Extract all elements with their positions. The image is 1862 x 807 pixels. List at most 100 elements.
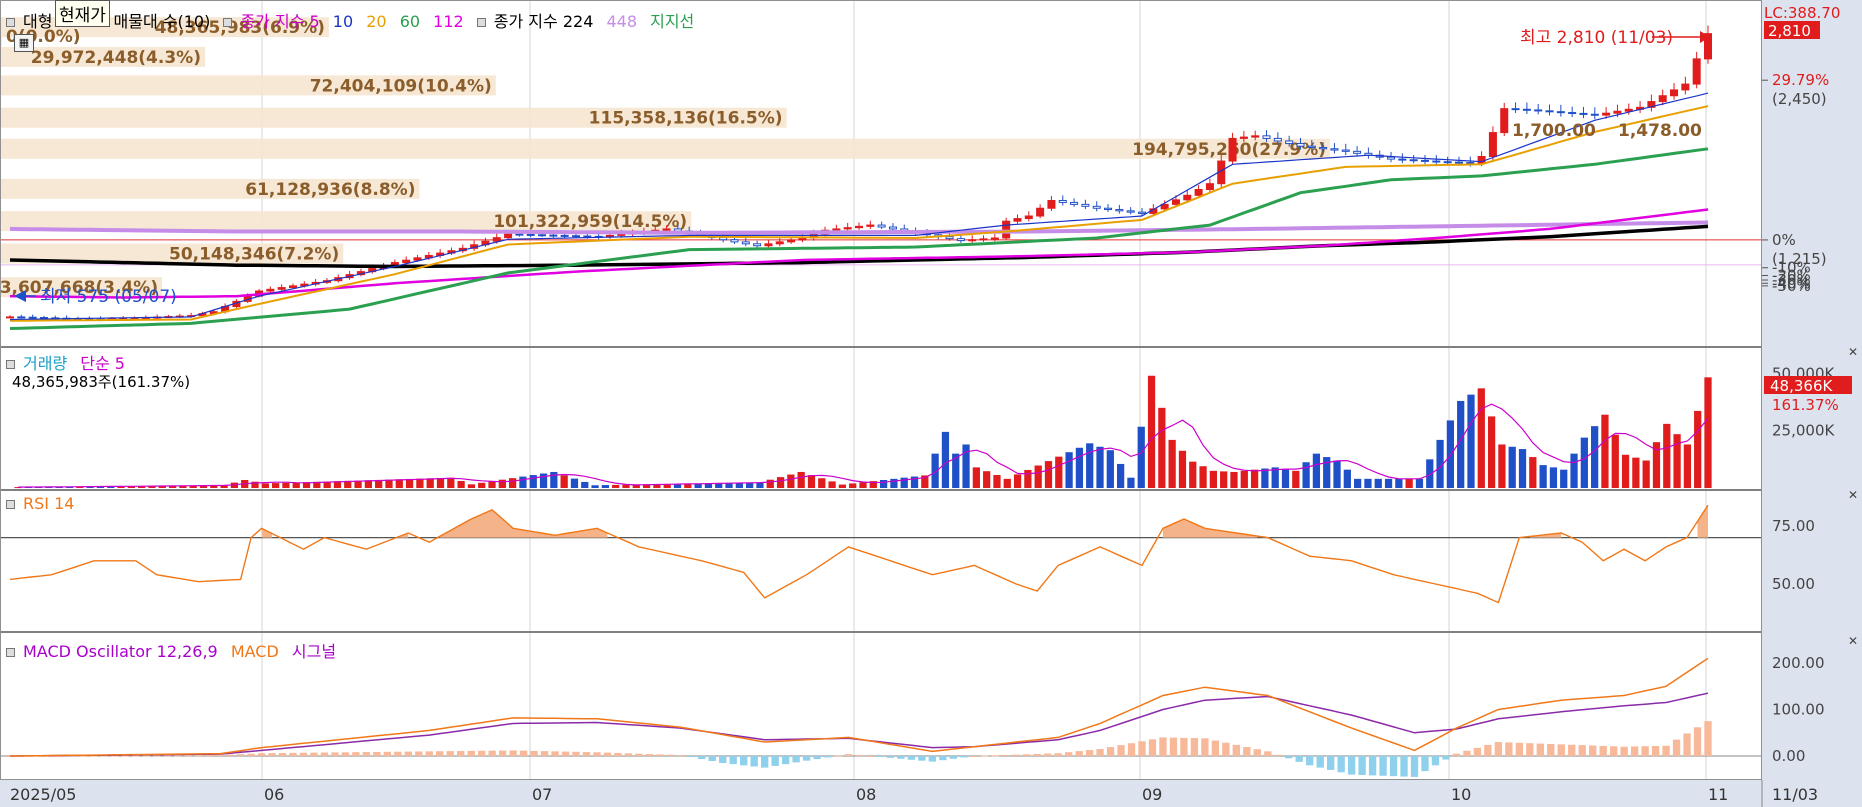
chart-canvas[interactable]: 48,365,983(6.9%)0(0.0%)29,972,448(4.3%)7… — [0, 0, 1862, 807]
legend-ma-60: 60 — [399, 12, 421, 31]
candle-body — [1070, 201, 1079, 205]
volume-bar — [488, 481, 496, 488]
candle-body — [1522, 108, 1531, 111]
macd-oscillator-bar — [1274, 754, 1282, 756]
macd-oscillator-bar — [698, 756, 706, 760]
macd-oscillator-bar — [1002, 754, 1010, 756]
volume-bar — [1333, 460, 1341, 488]
macd-tick: 0.00 — [1772, 747, 1805, 765]
legend-square-icon[interactable] — [476, 18, 486, 27]
candle-body — [1613, 110, 1622, 114]
macd-oscillator-bar — [960, 756, 968, 758]
volume-profile-label: 72,404,109(10.4%) — [310, 76, 492, 96]
current-price-tooltip: 현재가 — [55, 0, 110, 27]
legend-square-icon[interactable] — [6, 18, 15, 27]
volume-bar — [1096, 446, 1104, 488]
tab-large[interactable]: 대형 — [23, 12, 52, 31]
macd-oscillator-bar — [666, 754, 675, 756]
volume-bar — [426, 478, 434, 488]
legend-square-icon[interactable] — [223, 18, 233, 27]
macd-oscillator-bar — [1316, 756, 1324, 768]
macd-oscillator-bar — [582, 752, 591, 756]
candle-body — [1047, 199, 1056, 209]
macd-oscillator-bar — [1075, 751, 1083, 756]
macd-oscillator-bar — [834, 755, 842, 757]
volume-profile-bar — [0, 138, 1330, 159]
volume-bar — [560, 475, 568, 488]
candle-body — [1013, 218, 1022, 222]
signal-label: 시그널 — [291, 642, 337, 661]
candle-body — [1670, 89, 1679, 97]
volume-bar — [1168, 439, 1176, 488]
volume-bar — [1632, 457, 1640, 488]
candle-body — [1658, 95, 1667, 103]
volume-bar — [849, 483, 857, 488]
macd-oscillator-bar — [1421, 756, 1429, 772]
macd-oscillator-bar — [194, 755, 203, 757]
volume-bar — [1024, 469, 1032, 488]
macd-oscillator-bar — [257, 753, 266, 756]
macd-oscillator-bar — [174, 755, 182, 757]
macd-oscillator-bar — [645, 754, 654, 756]
legend-square-icon[interactable] — [6, 648, 15, 657]
candle-body — [1432, 160, 1441, 163]
lc-label: LC:388.70 — [1764, 4, 1840, 22]
candle-body — [1171, 199, 1180, 205]
volume-bar — [509, 478, 517, 488]
macd-oscillator-bar — [1326, 756, 1335, 770]
macd-oscillator-bar — [1368, 756, 1377, 776]
candle-body — [1353, 150, 1362, 154]
macd-oscillator-bar — [687, 756, 695, 758]
candle-body — [549, 234, 558, 237]
macd-oscillator-bar — [226, 754, 234, 756]
macd-oscillator-bar — [1243, 747, 1251, 756]
macd-oscillator-bar — [865, 756, 874, 757]
calculator-icon[interactable]: ▦ — [14, 34, 34, 52]
macd-oscillator-bar — [1285, 756, 1293, 759]
macd-oscillator-bar — [1169, 737, 1178, 756]
volume-bar — [1034, 465, 1042, 488]
volume-bar — [1374, 478, 1382, 488]
tab-volume-profile-count[interactable]: 매물대 수(10) — [114, 12, 211, 31]
candle-body — [990, 237, 999, 240]
legend-ma-5: 종가 지수 5 — [240, 12, 320, 31]
candle-body — [1002, 220, 1011, 239]
volume-bar — [457, 481, 465, 488]
macd-oscillator-bar — [1264, 751, 1272, 756]
volume-profile-label: 61,128,936(8.8%) — [245, 180, 415, 200]
volume-bar — [828, 481, 836, 488]
candle-body — [854, 225, 864, 229]
volume-bar — [1529, 457, 1537, 488]
macd-oscillator-bar — [614, 752, 622, 756]
candle-body — [1443, 161, 1452, 164]
candle-body — [1262, 135, 1271, 139]
volume-bar — [1601, 414, 1609, 488]
volume-bar — [1704, 377, 1712, 488]
rsi-tick: 50.00 — [1772, 575, 1815, 593]
macd-oscillator-bar — [603, 752, 612, 756]
macd-oscillator-bar — [1463, 750, 1471, 756]
candle-body — [1228, 137, 1237, 162]
macd-oscillator-bar — [729, 756, 737, 765]
volume-bar — [1570, 453, 1578, 488]
volume-bar — [1312, 453, 1321, 488]
candle-body — [1126, 210, 1135, 213]
volume-bar — [395, 479, 403, 488]
candle-body — [5, 316, 15, 319]
macd-oscillator-bar — [635, 753, 643, 756]
legend-square-icon[interactable] — [6, 360, 15, 369]
volume-bar — [1487, 416, 1496, 488]
macd-oscillator-bar — [1494, 742, 1503, 756]
candle-body — [1398, 158, 1407, 161]
volume-badge-text: 48,366K — [1770, 377, 1833, 395]
macd-oscillator-bar — [394, 751, 402, 756]
volume-bar — [1220, 471, 1228, 488]
candle-body — [1454, 161, 1463, 164]
legend-square-icon[interactable] — [6, 500, 15, 509]
macd-oscillator-bar — [1442, 756, 1450, 760]
candle-body — [1285, 140, 1294, 145]
candle-body — [741, 241, 750, 245]
macd-oscillator-bar — [530, 750, 538, 756]
volume-bar — [1477, 388, 1485, 488]
volume-bar — [612, 484, 620, 488]
